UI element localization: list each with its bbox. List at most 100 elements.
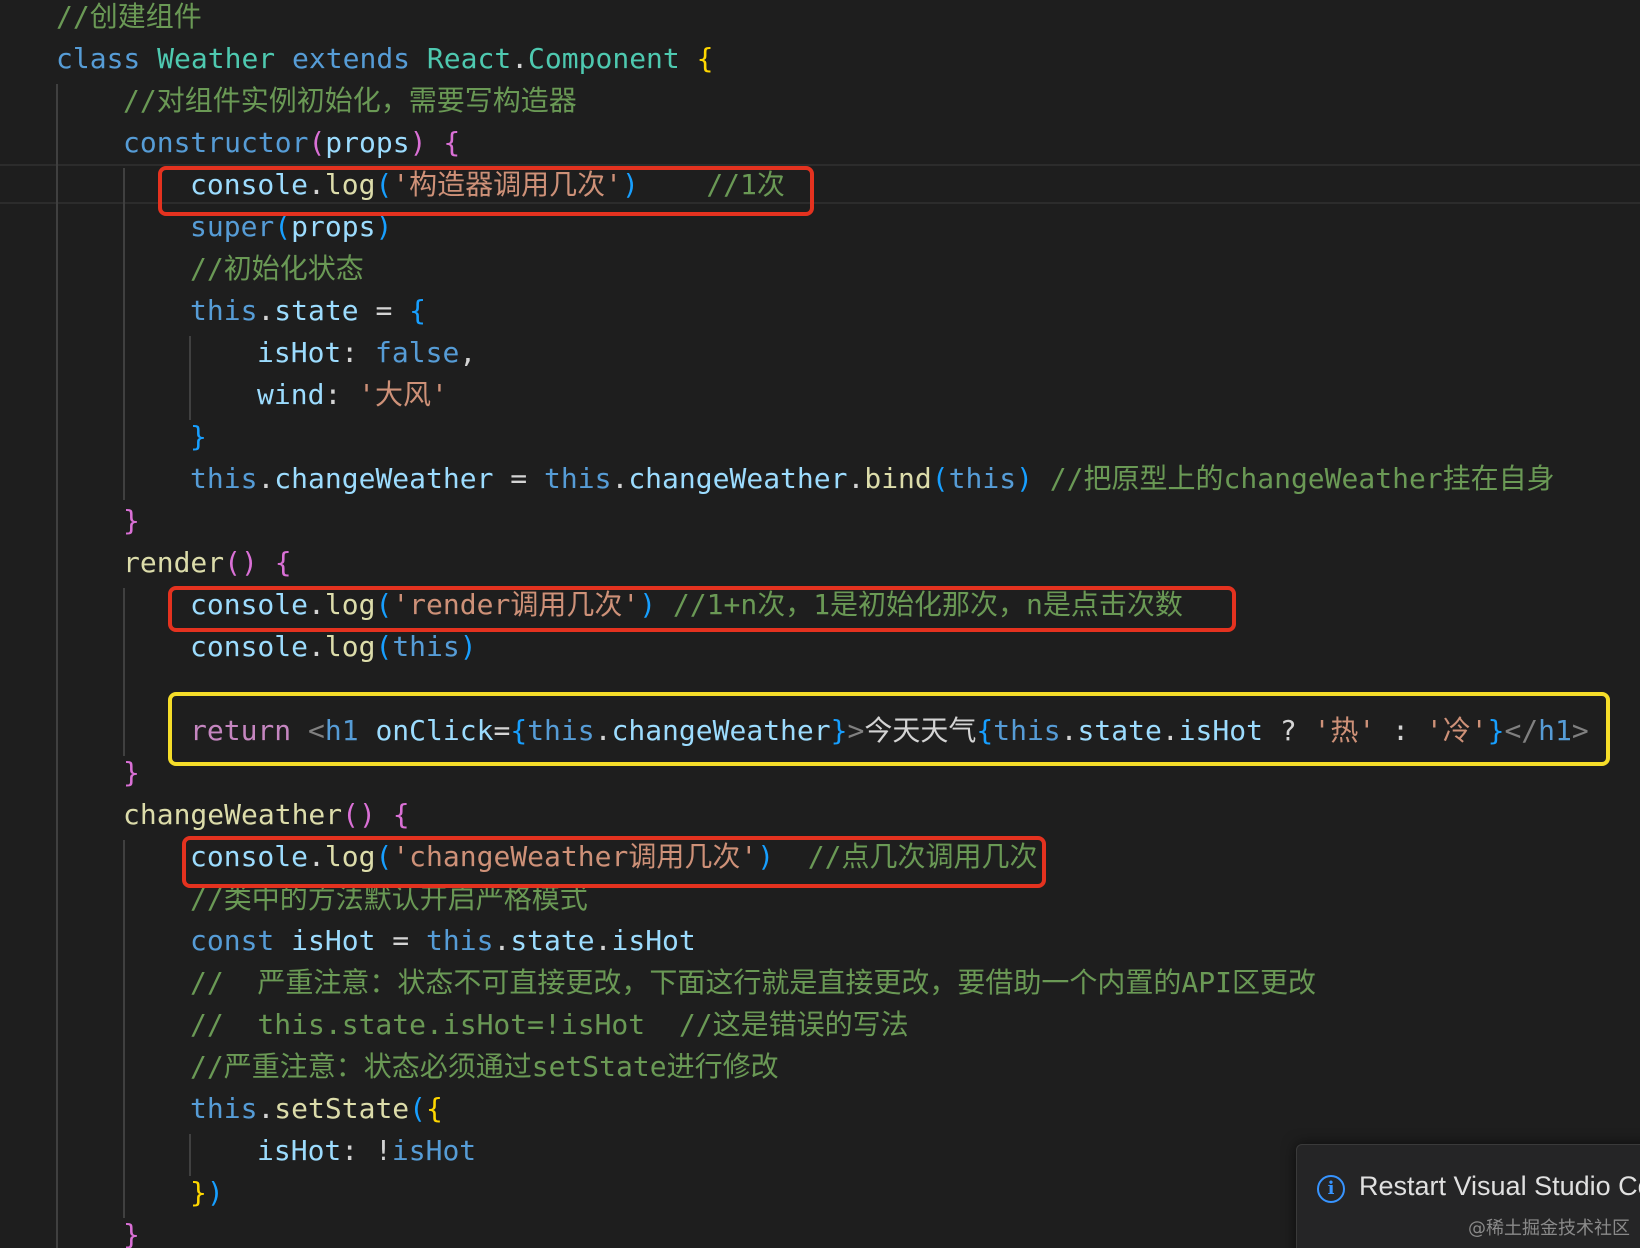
code-token: constructor — [123, 126, 309, 159]
code-token: render — [123, 546, 225, 579]
code-line[interactable]: class Weather extends React.Component { — [56, 38, 713, 80]
code-token: { — [392, 798, 410, 831]
code-token: this — [190, 294, 258, 327]
code-token: ) — [409, 126, 427, 159]
code-line[interactable]: // 严重注意：状态不可直接更改，下面这行就是直接更改，要借助一个内置的API区… — [190, 962, 1316, 1004]
code-line[interactable]: } — [190, 416, 207, 458]
code-token: . — [257, 294, 275, 327]
code-token: this — [948, 462, 1017, 495]
code-token: ( — [224, 546, 242, 579]
highlight-box-changeweather-log — [182, 836, 1046, 888]
code-token: this — [544, 462, 612, 495]
code-token: , — [459, 336, 477, 369]
code-token: '大风' — [358, 378, 448, 411]
code-token: : — [341, 1134, 376, 1167]
code-line[interactable]: changeWeather() { — [123, 794, 410, 836]
notification-message: Restart Visual Studio Co — [1359, 1171, 1640, 1201]
code-line[interactable]: const isHot = this.state.isHot — [190, 920, 696, 962]
code-line[interactable]: this.state = { — [190, 290, 426, 332]
code-token: this — [392, 630, 460, 663]
code-token: extends — [275, 42, 427, 75]
code-token: //创建组件 — [56, 0, 202, 33]
indent-guide — [123, 168, 125, 500]
code-token: bind — [864, 462, 932, 495]
code-token: = — [493, 462, 545, 495]
code-token: . — [594, 924, 612, 957]
code-token: . — [847, 462, 865, 495]
highlight-box-render-log — [168, 586, 1236, 632]
code-line[interactable]: } — [123, 1214, 140, 1248]
code-token: //初始化状态 — [190, 252, 364, 285]
code-token: this — [426, 924, 494, 957]
code-line[interactable]: this.changeWeather = this.changeWeather.… — [190, 458, 1555, 500]
code-line[interactable]: isHot: !isHot — [257, 1130, 476, 1172]
watermark: @稀土掘金技术社区 — [1468, 1218, 1630, 1239]
code-token: //把原型上的changeWeather挂在自身 — [1049, 462, 1555, 495]
code-token: ! — [375, 1134, 392, 1167]
code-token: Component — [528, 42, 680, 75]
code-line[interactable]: } — [123, 500, 140, 542]
code-token: ) — [206, 1176, 224, 1209]
code-line[interactable]: wind: '大风' — [257, 374, 448, 416]
code-token: ( — [931, 462, 949, 495]
code-token: . — [308, 630, 325, 663]
code-token: ( — [375, 630, 393, 663]
highlight-box-constructor-log — [158, 166, 814, 216]
code-token: Weather — [157, 42, 276, 75]
code-token: state — [274, 294, 359, 327]
code-token: } — [123, 1218, 140, 1248]
code-token: { — [443, 126, 461, 159]
code-token: { — [274, 546, 292, 579]
code-token: . — [493, 924, 511, 957]
code-token: = — [358, 294, 410, 327]
code-token: ) — [459, 630, 477, 663]
code-line[interactable]: } — [123, 752, 140, 794]
code-token: //严重注意：状态必须通过setState进行修改 — [190, 1050, 779, 1083]
code-token: { — [426, 1092, 443, 1125]
code-editor[interactable]: //创建组件 class Weather extends React.Compon… — [0, 0, 1640, 1248]
code-line[interactable]: constructor(props) { — [123, 122, 460, 164]
code-token: // 严重注意：状态不可直接更改，下面这行就是直接更改，要借助一个内置的API区… — [190, 966, 1317, 999]
code-line[interactable]: //创建组件 — [56, 0, 202, 38]
code-token: : — [341, 336, 376, 369]
code-line[interactable]: console.log(this) — [190, 626, 477, 668]
code-token: changeWeather — [628, 462, 848, 495]
code-token: this — [190, 1092, 258, 1125]
code-token: ( — [342, 798, 360, 831]
code-token: isHot — [257, 336, 342, 369]
code-token: } — [190, 420, 207, 453]
code-line[interactable]: this.setState({ — [190, 1088, 443, 1130]
code-token: } — [190, 1176, 207, 1209]
code-token: state — [510, 924, 595, 957]
code-token: . — [257, 462, 275, 495]
code-line[interactable]: //初始化状态 — [190, 248, 364, 290]
code-line[interactable]: // this.state.isHot=!isHot //这是错误的写法 — [190, 1004, 909, 1046]
code-line[interactable]: }) — [190, 1172, 224, 1214]
code-line[interactable]: isHot: false, — [257, 332, 476, 374]
code-token: this — [190, 462, 258, 495]
code-line[interactable]: render() { — [123, 542, 292, 584]
code-line[interactable]: //对组件实例初始化，需要写构造器 — [123, 80, 577, 122]
code-token: false — [375, 336, 460, 369]
code-token: . — [611, 462, 629, 495]
code-token: . — [257, 1092, 275, 1125]
code-token: isHot — [291, 924, 376, 957]
info-icon: i — [1317, 1175, 1345, 1203]
code-token: { — [409, 294, 427, 327]
indent-guide — [189, 336, 191, 420]
indent-guide — [123, 840, 125, 1218]
code-token: isHot — [391, 1134, 477, 1167]
code-token: } — [123, 756, 140, 789]
code-token: setState — [274, 1092, 410, 1125]
code-line[interactable]: //严重注意：状态必须通过setState进行修改 — [190, 1046, 779, 1088]
code-token: changeWeather — [123, 798, 343, 831]
code-token: ) — [1016, 462, 1033, 495]
code-token: React — [426, 42, 512, 75]
code-token: { — [696, 42, 714, 75]
code-token: log — [324, 630, 376, 663]
indent-guide — [123, 588, 125, 756]
